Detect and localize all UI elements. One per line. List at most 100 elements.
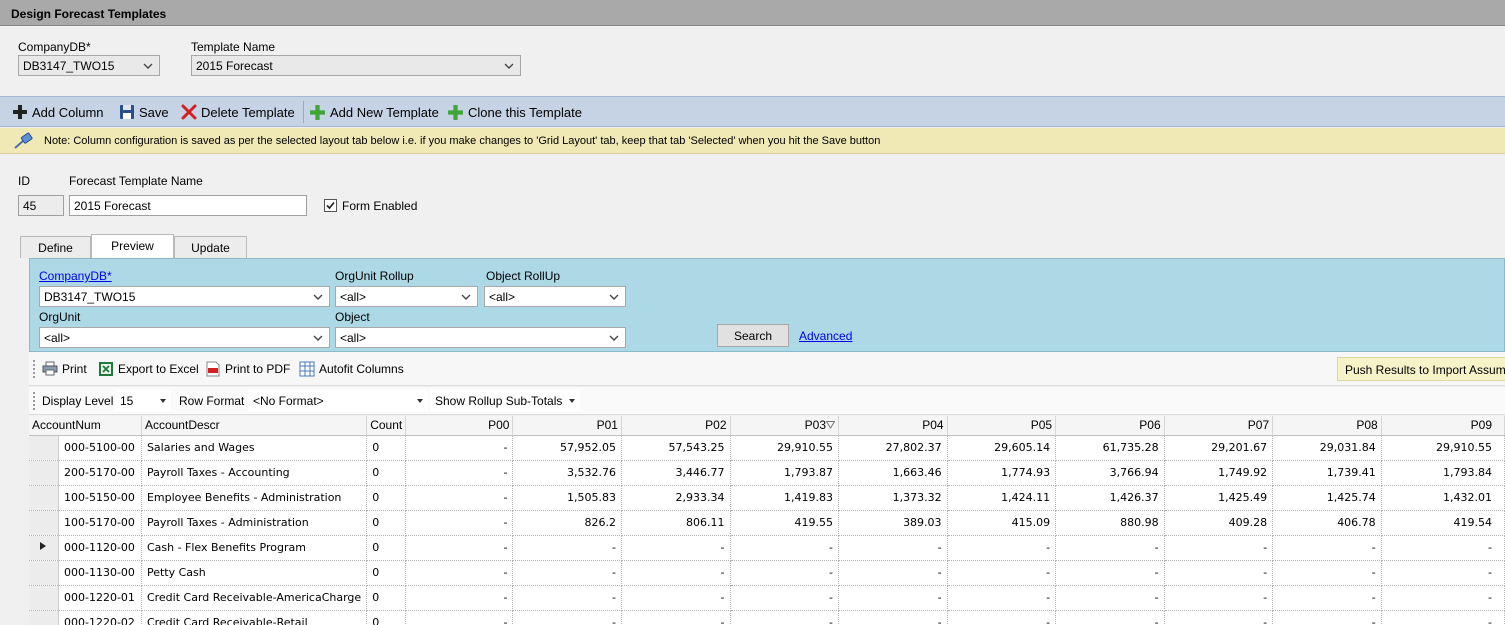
table-cell-p00[interactable]: - <box>405 560 514 586</box>
advanced-link[interactable]: Advanced <box>799 329 852 343</box>
autofit-columns-button[interactable]: Autofit Columns <box>299 361 404 377</box>
table-row[interactable]: 200-5170-00 Payroll Taxes - Accounting 0-3… <box>29 460 1505 486</box>
tab-define[interactable]: Define <box>20 236 91 258</box>
table-cell-p01[interactable]: 3,532.76 <box>512 460 622 486</box>
table-cell-p05[interactable]: - <box>947 535 1057 561</box>
table-cell-accountdescr[interactable]: Employee Benefits - Administration <box>141 485 368 511</box>
table-cell-p01[interactable]: 57,952.05 <box>512 435 622 461</box>
table-cell-p08[interactable]: 1,739.41 <box>1272 460 1382 486</box>
table-cell-p07[interactable]: - <box>1164 610 1274 625</box>
table-cell-p01[interactable]: 1,505.83 <box>512 485 622 511</box>
company-select[interactable]: DB3147_TWO15 <box>18 55 160 76</box>
column-header-p01[interactable]: P01 <box>512 416 622 436</box>
table-cell-p08[interactable]: - <box>1272 585 1382 611</box>
table-cell-p07[interactable]: - <box>1164 535 1274 561</box>
table-cell-p07[interactable]: - <box>1164 585 1274 611</box>
table-cell-p00[interactable]: - <box>405 585 514 611</box>
table-cell-count[interactable]: 0 <box>366 610 407 625</box>
table-cell-p02[interactable]: - <box>621 585 731 611</box>
table-cell-accountnum[interactable]: 000-5100-00 <box>58 435 142 461</box>
table-row[interactable]: 000-1220-01 Credit Card Receivable-Americ… <box>29 585 1505 611</box>
tab-update[interactable]: Update <box>174 236 247 258</box>
table-cell-accountnum[interactable]: 100-5170-00 <box>58 510 142 536</box>
table-row[interactable]: 000-5100-00 Salaries and Wages 0-57,952.05… <box>29 435 1505 461</box>
table-cell-accountnum[interactable]: 000-1120-00 <box>58 535 142 561</box>
table-cell-p03[interactable]: - <box>730 610 840 625</box>
table-cell-p01[interactable]: 826.2 <box>512 510 622 536</box>
table-cell-p06[interactable]: 3,766.94 <box>1055 460 1165 486</box>
table-cell-accountdescr[interactable]: Credit Card Receivable-AmericaCharge <box>141 585 368 611</box>
table-cell-accountnum[interactable]: 100-5150-00 <box>58 485 142 511</box>
column-header-accountdescr[interactable]: AccountDescr <box>141 416 368 436</box>
table-cell-p07[interactable]: 1,749.92 <box>1164 460 1274 486</box>
table-cell-accountnum[interactable]: 000-1220-02 <box>58 610 142 625</box>
table-cell-p02[interactable]: 57,543.25 <box>621 435 731 461</box>
column-header-p02[interactable]: P02 <box>621 416 731 436</box>
table-cell-p02[interactable]: 2,933.34 <box>621 485 731 511</box>
table-cell-p02[interactable]: - <box>621 610 731 625</box>
column-header-p03[interactable]: P03 <box>730 416 840 436</box>
table-cell-p04[interactable]: 1,663.46 <box>838 460 948 486</box>
table-cell-p02[interactable]: - <box>621 560 731 586</box>
table-cell-accountdescr[interactable]: Petty Cash <box>141 560 368 586</box>
table-cell-p04[interactable]: - <box>838 610 948 625</box>
table-row[interactable]: 000-1220-02 Credit Card Receivable-Retail… <box>29 610 1505 625</box>
table-cell-p00[interactable]: - <box>405 435 514 461</box>
table-cell-p03[interactable]: 1,793.87 <box>730 460 840 486</box>
orgunit-rollup-select[interactable]: <all> <box>335 286 478 307</box>
column-header-accountnum[interactable]: AccountNum <box>29 416 142 436</box>
table-row[interactable]: 100-5150-00 Employee Benefits - Administr… <box>29 485 1505 511</box>
table-cell-p06[interactable]: 880.98 <box>1055 510 1165 536</box>
table-cell-p05[interactable]: - <box>947 610 1057 625</box>
table-cell-p08[interactable]: 406.78 <box>1272 510 1382 536</box>
form-enabled-checkbox[interactable] <box>324 199 337 212</box>
table-cell-p00[interactable]: - <box>405 510 514 536</box>
table-cell-p05[interactable]: 1,774.93 <box>947 460 1057 486</box>
table-cell-p08[interactable]: - <box>1272 610 1382 625</box>
delete-template-button[interactable]: Delete Template <box>181 104 295 120</box>
table-cell-accountdescr[interactable]: Payroll Taxes - Administration <box>141 510 368 536</box>
table-cell-p04[interactable]: - <box>838 560 948 586</box>
table-cell-p02[interactable]: 806.11 <box>621 510 731 536</box>
table-row[interactable]: 100-5170-00 Payroll Taxes - Administratio… <box>29 510 1505 536</box>
table-cell-p09[interactable]: 29,910.55 <box>1381 435 1505 461</box>
row-selector[interactable] <box>29 435 59 461</box>
table-cell-p08[interactable]: 1,425.74 <box>1272 485 1382 511</box>
table-cell-p06[interactable]: - <box>1055 560 1165 586</box>
column-header-p09[interactable]: P09 <box>1381 416 1505 436</box>
table-cell-p09[interactable]: - <box>1381 585 1505 611</box>
table-cell-p03[interactable]: 1,419.83 <box>730 485 840 511</box>
table-cell-p07[interactable]: 1,425.49 <box>1164 485 1274 511</box>
table-cell-p00[interactable]: - <box>405 485 514 511</box>
table-cell-p05[interactable]: 29,605.14 <box>947 435 1057 461</box>
table-cell-p07[interactable]: 409.28 <box>1164 510 1274 536</box>
row-selector[interactable] <box>29 510 59 536</box>
table-cell-accountnum[interactable]: 200-5170-00 <box>58 460 142 486</box>
table-cell-count[interactable]: 0 <box>366 535 407 561</box>
table-cell-accountnum[interactable]: 000-1220-01 <box>58 585 142 611</box>
table-cell-accountdescr[interactable]: Salaries and Wages <box>141 435 368 461</box>
row-selector[interactable] <box>29 610 59 625</box>
row-selector[interactable] <box>29 460 59 486</box>
table-cell-p04[interactable]: - <box>838 535 948 561</box>
row-selector[interactable] <box>29 585 59 611</box>
add-new-template-button[interactable]: Add New Template <box>309 104 439 121</box>
table-row[interactable]: 000-1130-00 Petty Cash 0- - - - - - - - - - <box>29 560 1505 586</box>
table-cell-p08[interactable]: - <box>1272 535 1382 561</box>
table-cell-p00[interactable]: - <box>405 460 514 486</box>
toolbar-grip[interactable] <box>33 360 36 378</box>
row-format-select[interactable]: <No Format> <box>248 390 428 411</box>
table-cell-p05[interactable]: 1,424.11 <box>947 485 1057 511</box>
rollup-subtotals-select[interactable]: Show Rollup Sub-Totals <box>430 390 580 411</box>
table-cell-p09[interactable]: 1,793.84 <box>1381 460 1505 486</box>
filter-icon[interactable] <box>825 421 836 430</box>
table-cell-p08[interactable]: 29,031.84 <box>1272 435 1382 461</box>
table-cell-p03[interactable]: - <box>730 560 840 586</box>
table-cell-p04[interactable]: - <box>838 585 948 611</box>
template-select[interactable]: 2015 Forecast <box>191 55 521 76</box>
table-cell-p09[interactable]: 419.54 <box>1381 510 1505 536</box>
table-cell-p05[interactable]: - <box>947 585 1057 611</box>
table-cell-p04[interactable]: 389.03 <box>838 510 948 536</box>
table-cell-p03[interactable]: - <box>730 585 840 611</box>
table-cell-p03[interactable]: 29,910.55 <box>730 435 840 461</box>
